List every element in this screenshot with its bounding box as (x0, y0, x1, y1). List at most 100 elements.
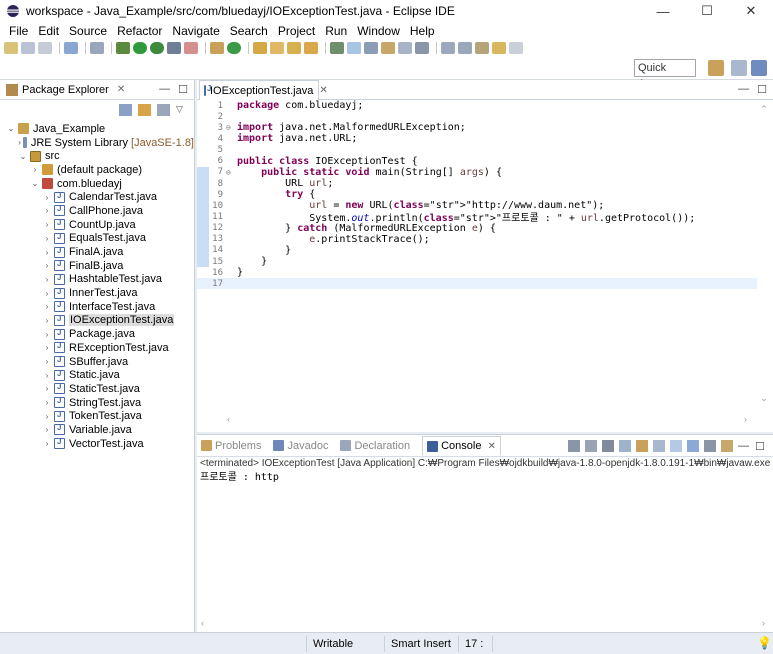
tree-jre[interactable]: › JRE System Library [JavaSE-1.8] (0, 136, 194, 150)
next-annotation-icon[interactable] (441, 42, 455, 54)
tree-file[interactable]: › StringTest.java (0, 396, 194, 410)
tree-file[interactable]: › CallPhone.java (0, 204, 194, 218)
last-edit-location-icon[interactable] (475, 42, 489, 54)
code-line[interactable]: 2 (197, 111, 757, 122)
close-button[interactable]: ✕ (729, 0, 773, 22)
show-whitespace-icon[interactable] (415, 42, 429, 54)
terminal-icon[interactable] (64, 42, 78, 54)
search-icon[interactable] (287, 42, 301, 54)
remove-all-icon[interactable] (602, 440, 614, 452)
collapsed-arrow-icon[interactable]: › (18, 138, 21, 147)
tree-file[interactable]: › Variable.java (0, 423, 194, 437)
menu-refactor[interactable]: Refactor (112, 24, 167, 38)
focus-on-task-icon[interactable] (157, 104, 170, 116)
tree-file[interactable]: › FinalA.java (0, 245, 194, 259)
code-line[interactable]: 11 System.out.println(class="str">"프로토콜 … (197, 211, 757, 224)
tree-file[interactable]: › IOExceptionTest.java (0, 314, 194, 328)
scroll-up-icon[interactable]: ⌃ (760, 104, 768, 115)
save-icon[interactable] (21, 42, 35, 54)
collapsed-arrow-icon[interactable]: › (42, 275, 52, 284)
collapsed-arrow-icon[interactable]: › (42, 425, 52, 434)
tab-problems[interactable]: Problems (201, 440, 261, 452)
tree-file[interactable]: › InnerTest.java (0, 286, 194, 300)
back-icon[interactable] (492, 42, 506, 54)
collapsed-arrow-icon[interactable]: › (42, 206, 52, 215)
code-line[interactable]: 16} (197, 267, 757, 278)
editor-vertical-scrollbar[interactable]: ⌃ ⌄ (759, 104, 769, 404)
tab-javadoc[interactable]: Javadoc (273, 440, 328, 452)
code-line[interactable]: 13 e.printStackTrace(); (197, 233, 757, 245)
code-line[interactable]: 4 import java.net.URL; (197, 133, 757, 144)
quick-access-input[interactable]: Quick Access (634, 59, 696, 90)
fold-icon[interactable]: ⊖ (226, 123, 233, 132)
annotation-icon[interactable] (330, 42, 344, 54)
collapsed-arrow-icon[interactable]: › (42, 261, 52, 270)
show-on-error-icon[interactable] (687, 440, 699, 452)
skip-breakpoints-icon[interactable] (90, 42, 104, 54)
view-menu-icon[interactable]: ▽ (176, 104, 186, 116)
code-editor[interactable]: 1 package com.bluedayj; 2 3 ⊖ import java.net… (197, 100, 757, 410)
scroll-right-icon[interactable]: › (762, 618, 765, 628)
fold-icon[interactable]: ⊖ (226, 168, 233, 177)
tree-file[interactable]: › CalendarTest.java (0, 190, 194, 204)
menu-project[interactable]: Project (273, 24, 320, 38)
code-line[interactable]: 7 ⊖ public static void main(String[] args… (197, 166, 757, 178)
tab-console[interactable]: Console ✕ (422, 436, 501, 455)
scroll-lock-icon[interactable] (636, 440, 648, 452)
debug-icon[interactable] (116, 42, 130, 54)
forward-icon[interactable] (509, 42, 523, 54)
collapsed-arrow-icon[interactable]: › (42, 439, 52, 448)
toggle-breadcrumb-icon[interactable] (381, 42, 395, 54)
new-java-class-icon[interactable] (227, 42, 241, 54)
collapsed-arrow-icon[interactable]: › (42, 343, 52, 352)
open-perspective-icon[interactable] (708, 60, 724, 76)
tree-project[interactable]: ⌄ Java_Example (0, 122, 194, 136)
minimize-view-icon[interactable]: — (738, 440, 750, 452)
collapsed-arrow-icon[interactable]: › (42, 316, 52, 325)
tree-default-package[interactable]: › (default package) (0, 163, 194, 177)
menu-search[interactable]: Search (225, 24, 273, 38)
menu-edit[interactable]: Edit (33, 24, 64, 38)
show-on-output-icon[interactable] (670, 440, 682, 452)
collapse-all-icon[interactable] (119, 104, 132, 116)
collapsed-arrow-icon[interactable]: › (42, 357, 52, 366)
java-perspective-icon[interactable] (751, 60, 767, 76)
tree-file[interactable]: › InterfaceTest.java (0, 300, 194, 314)
terminate-icon[interactable] (568, 440, 580, 452)
collapsed-arrow-icon[interactable]: › (42, 248, 52, 257)
menu-run[interactable]: Run (320, 24, 352, 38)
expanded-arrow-icon[interactable]: ⌄ (18, 152, 28, 161)
block-selection-icon[interactable] (364, 42, 378, 54)
maximize-button[interactable]: ☐ (685, 0, 729, 22)
collapsed-arrow-icon[interactable]: › (42, 330, 52, 339)
lightbulb-icon[interactable]: 💡 (757, 636, 772, 650)
code-line[interactable]: 5 (197, 145, 757, 156)
expanded-arrow-icon[interactable]: ⌄ (30, 179, 40, 188)
collapsed-arrow-icon[interactable]: › (42, 234, 52, 243)
code-line[interactable]: 3 ⊖ import java.net.MalformedURLException; (197, 122, 757, 133)
close-icon[interactable]: ✕ (117, 84, 125, 95)
menu-source[interactable]: Source (64, 24, 112, 38)
scroll-left-icon[interactable]: ‹ (227, 414, 230, 426)
console-horizontal-scrollbar[interactable]: ‹ › (201, 618, 765, 628)
maximize-view-icon[interactable]: ☐ (757, 83, 767, 96)
tree-file[interactable]: › HashtableTest.java (0, 273, 194, 287)
collapsed-arrow-icon[interactable]: › (42, 398, 52, 407)
previous-annotation-icon[interactable] (458, 42, 472, 54)
code-line[interactable]: 1 package com.bluedayj; (197, 100, 757, 111)
tree-package[interactable]: ⌄ com.bluedayj (0, 177, 194, 191)
tree-file[interactable]: › TokenTest.java (0, 409, 194, 423)
open-console-icon[interactable] (721, 440, 733, 452)
code-line[interactable]: 9 try { (197, 189, 757, 201)
display-console-icon[interactable] (704, 440, 716, 452)
tree-file[interactable]: › FinalB.java (0, 259, 194, 273)
collapsed-arrow-icon[interactable]: › (42, 384, 52, 393)
tree-file[interactable]: › EqualsTest.java (0, 232, 194, 246)
link-with-editor-icon[interactable] (138, 104, 151, 116)
maximize-view-icon[interactable]: ☐ (755, 440, 767, 453)
remove-launch-icon[interactable] (585, 440, 597, 452)
scroll-left-icon[interactable]: ‹ (201, 618, 204, 628)
minimize-button[interactable]: — (641, 0, 685, 22)
save-all-icon[interactable] (38, 42, 52, 54)
tree-file[interactable]: › StaticTest.java (0, 382, 194, 396)
